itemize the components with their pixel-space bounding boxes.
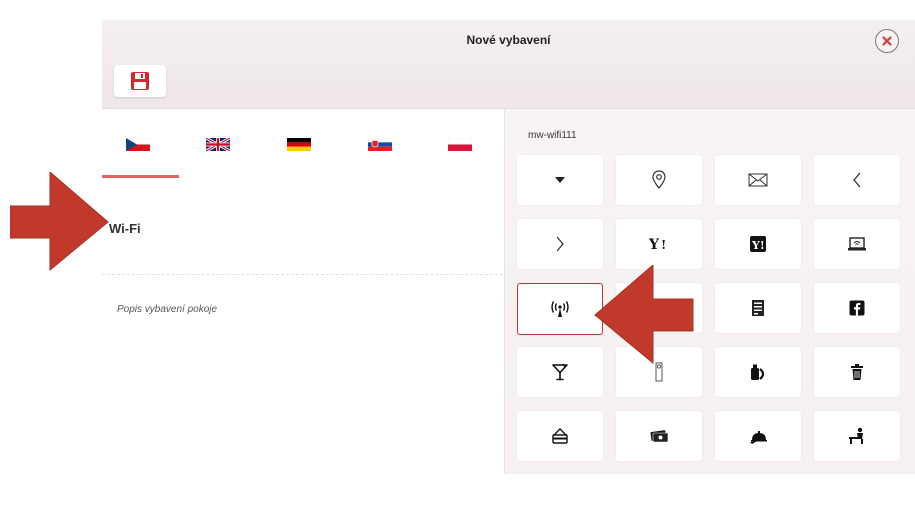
icon-tile[interactable] [814, 347, 900, 397]
icon-tile[interactable] [814, 219, 900, 269]
money-icon [650, 430, 669, 443]
tab-language-cs[interactable] [121, 135, 155, 155]
flag-poland-icon [448, 138, 472, 151]
flag-uk-icon [206, 138, 230, 151]
chevron-right-icon [556, 236, 564, 252]
floppy-disk-icon [131, 72, 149, 90]
annotation-arrow-left-icon [594, 265, 694, 365]
svg-text:Y: Y [648, 237, 660, 252]
caret-down-icon [555, 177, 565, 183]
icon-tile[interactable]: Y ! [616, 219, 702, 269]
icon-tile[interactable] [715, 283, 801, 333]
icon-tile-selected[interactable] [517, 283, 603, 335]
dialog-header: Nové vybavení [102, 20, 915, 109]
icon-tile[interactable] [715, 155, 801, 205]
new-equipment-dialog: Nové vybavení Wi-Fi Popis vybavení pokoj… [102, 20, 915, 474]
field-divider [102, 274, 503, 275]
icon-tile[interactable] [517, 347, 603, 397]
chevron-left-icon [853, 172, 861, 188]
detergent-icon [751, 364, 765, 380]
server-icon [752, 300, 764, 316]
yahoo-square-icon: Y! [750, 236, 766, 252]
active-tab-indicator [102, 175, 179, 178]
icon-tile[interactable] [715, 347, 801, 397]
desk-person-icon [849, 427, 863, 444]
tab-language-pl[interactable] [443, 135, 477, 155]
icon-tile[interactable] [814, 283, 900, 333]
envelope-icon [748, 173, 768, 187]
icon-tile[interactable] [517, 219, 603, 269]
tab-language-en[interactable] [201, 135, 235, 155]
equipment-name-field[interactable]: Wi-Fi [109, 221, 141, 236]
description-field[interactable]: Popis vybavení pokoje [117, 304, 217, 315]
close-button[interactable] [875, 29, 899, 53]
cocktail-icon [552, 363, 568, 381]
icon-tile[interactable] [517, 155, 603, 205]
language-editor-pane: Wi-Fi Popis vybavení pokoje [102, 109, 503, 474]
trash-icon [851, 364, 863, 380]
door-hanger-icon [655, 362, 663, 382]
annotation-arrow-right-icon [10, 172, 109, 272]
save-button[interactable] [114, 65, 166, 97]
icon-tile[interactable] [814, 155, 900, 205]
tab-language-de[interactable] [282, 135, 316, 155]
icon-tile[interactable] [616, 411, 702, 461]
card-reader-icon [552, 428, 568, 444]
laptop-wifi-icon [848, 237, 866, 251]
svg-text:!: ! [661, 238, 666, 252]
icon-tile[interactable] [517, 411, 603, 461]
wifi-antenna-icon [551, 301, 569, 317]
facebook-icon [849, 300, 865, 316]
selected-icon-code: mw-wifi111 [528, 130, 577, 141]
room-service-icon [750, 431, 767, 444]
icon-tile[interactable] [814, 411, 900, 461]
svg-text:Y!: Y! [751, 239, 765, 252]
flag-czech-icon [126, 138, 150, 151]
flag-germany-icon [287, 138, 311, 151]
icon-tile[interactable] [616, 155, 702, 205]
language-tabs [102, 109, 503, 179]
close-icon [882, 36, 892, 46]
flag-slovakia-icon [368, 138, 392, 151]
yahoo-icon: Y ! [648, 237, 666, 252]
icon-tile[interactable] [715, 411, 801, 461]
icon-tile[interactable]: Y! [715, 219, 801, 269]
tab-language-sk[interactable] [363, 135, 397, 155]
dialog-title: Nové vybavení [466, 33, 551, 47]
map-pin-icon [652, 170, 666, 189]
icon-picker-pane: mw-wifi111 Y ! Y! [504, 109, 915, 474]
